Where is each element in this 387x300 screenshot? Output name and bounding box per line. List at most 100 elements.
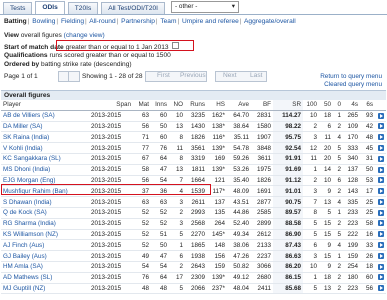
cell-50: 10 [319,175,333,187]
return-query-link[interactable]: Return to query menu [320,73,382,81]
cell-inns: 54 [151,261,169,273]
nav-aggregate[interactable]: Aggregate/overall [244,18,296,25]
table-row: GJ Bailey (Aus) 2013-2015 49 47 6 1938 156 47.2… [1,250,386,262]
nav-all-round[interactable]: All-round [89,18,115,25]
format-select[interactable]: - other - ▾ [171,1,239,13]
player-link[interactable]: V Kohli (India) [1,142,89,154]
cell-4s: 333 [343,142,360,154]
cell-bf: 1907 [251,131,273,144]
play-arrow-icon[interactable] [378,263,384,270]
cell-runs: 3319 [185,153,207,165]
cell-sr: 91.12 [273,175,303,187]
play-arrow-icon[interactable] [378,177,384,184]
play-arrow-icon[interactable] [378,134,384,141]
cell-sr: 86.20 [273,261,303,273]
column-header-50[interactable]: 50 [319,100,333,111]
column-header-inns[interactable]: Inns [151,100,169,111]
cell-50: 20 [319,153,333,165]
player-link[interactable]: MJ Guptill (NZ) [1,283,89,295]
tab-odis[interactable]: ODIs [35,1,65,14]
tab-t20is[interactable]: T20Is [67,2,99,14]
nav-separator: | [239,18,242,25]
player-link[interactable]: AB de Villiers (SA) [1,110,89,122]
column-header-6s[interactable]: 6s [360,100,375,111]
change-view-link[interactable]: (change view) [64,32,105,39]
column-header-hs[interactable]: HS [207,100,227,111]
column-header-bf[interactable]: BF [251,100,273,111]
first-link[interactable]: First [157,72,170,79]
nav-separator: | [116,18,119,25]
column-header-span[interactable]: Span [89,100,133,111]
play-arrow-icon[interactable] [378,112,384,119]
play-arrow-icon[interactable] [378,231,384,238]
play-arrow-icon[interactable] [378,285,384,292]
cell-runs: 2611 [185,196,207,208]
cell-bf: 1975 [251,164,273,176]
cell-bf: 2899 [251,218,273,230]
previous-link[interactable]: Previous [180,72,206,79]
play-arrow-icon[interactable] [378,123,384,130]
play-arrow-icon[interactable] [378,209,384,216]
player-link[interactable]: AD Mathews (SL) [1,272,89,284]
play-arrow-icon[interactable] [378,274,384,281]
next-link[interactable]: Next [223,72,237,79]
column-header-runs[interactable]: Runs [185,100,207,111]
column-header-sr[interactable]: SR [273,100,303,111]
column-header-0[interactable]: 0 [333,100,343,111]
play-arrow-icon[interactable] [378,155,384,162]
cell-hs: 264 [207,218,227,230]
player-link[interactable]: S Dhawan (India) [1,196,89,208]
player-link[interactable]: SK Raina (India) [1,131,89,144]
column-header-player[interactable]: Player [1,100,89,111]
player-link[interactable]: KS Williamson (NZ) [1,229,89,241]
cleared-query-link[interactable]: Cleared query menu [320,81,382,89]
tab-all-formats[interactable]: All Test/ODI/T20I [101,2,165,14]
play-arrow-icon[interactable] [378,220,384,227]
nav-bowling[interactable]: Bowling [32,18,55,25]
cell-ave: 43.51 [227,196,251,208]
player-link[interactable]: GJ Bailey (Aus) [1,250,89,262]
nav-umpire[interactable]: Umpire and referee [182,18,239,25]
nav-fielding[interactable]: Fielding [61,18,84,25]
play-arrow-icon[interactable] [378,198,384,205]
column-header-mat[interactable]: Mat [133,100,151,111]
player-link[interactable]: DA Miller (SA) [1,121,89,133]
play-arrow-icon[interactable] [378,242,384,249]
play-arrow-icon[interactable] [378,166,384,173]
nav-team[interactable]: Team [160,18,176,25]
player-link[interactable]: KC Sangakkara (SL) [1,153,89,165]
cell-6s: 58 [360,218,375,230]
play-arrow-icon[interactable] [378,188,384,195]
page-next-arrow[interactable] [68,71,80,82]
column-header-4s[interactable]: 4s [343,100,360,111]
play-arrow-icon[interactable] [378,252,384,259]
nav-batting[interactable]: Batting [4,18,27,25]
cell-sr: 86.15 [273,272,303,284]
cell-100: 3 [303,250,319,262]
player-link[interactable]: MS Dhoni (India) [1,164,89,176]
cell-ave: 47.26 [227,250,251,262]
cell-inns: 76 [151,142,169,154]
player-link[interactable]: AJ Finch (Aus) [1,239,89,252]
last-link[interactable]: Last [250,72,262,79]
player-link[interactable]: RG Sharma (India) [1,218,89,230]
cell-inns: 60 [151,131,169,144]
table-row: HM Amla (SA) 2013-2015 54 54 2 2643 159 50.82 30… [1,261,386,273]
player-link[interactable]: HM Amla (SA) [1,261,89,273]
column-header-100[interactable]: 100 [303,100,319,111]
column-header-ave[interactable]: Ave [227,100,251,111]
play-arrow-icon[interactable] [378,144,384,151]
column-header-no[interactable]: NO [169,100,185,111]
batting-table: Player Span Mat Inns NO Runs HS Ave BF SR 100 50 0 4s… [1,100,386,295]
cell-sr: 88.58 [273,218,303,230]
nav-partnership[interactable]: Partnership [121,18,155,25]
cell-4s: 143 [343,185,360,198]
player-link[interactable]: Q de Kock (SA) [1,207,89,219]
cell-6s: 50 [360,164,375,176]
cell-mat: 52 [133,229,151,241]
cell-6s: 25 [360,196,375,208]
cell-ave: 38.64 [227,121,251,133]
tab-tests[interactable]: Tests [3,2,33,14]
cell-inns: 60 [151,110,169,122]
cell-hs: 162* [207,110,227,122]
